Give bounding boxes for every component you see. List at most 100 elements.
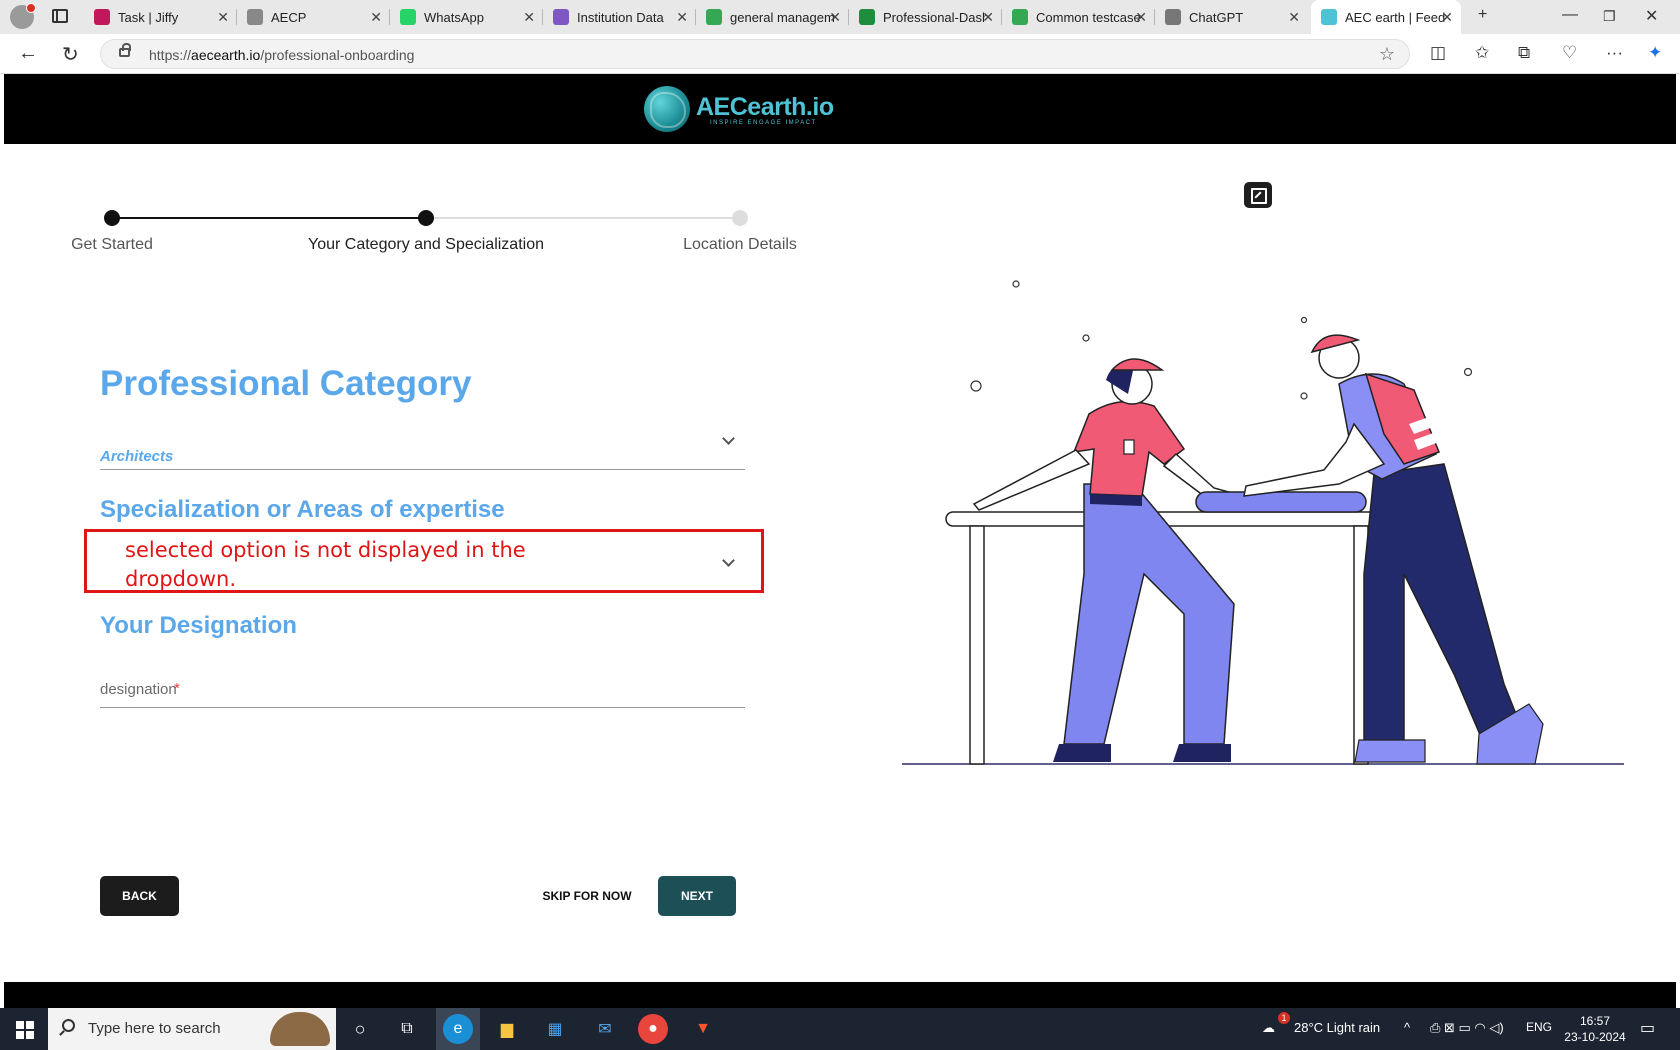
globe-logo-icon [644, 86, 690, 132]
taskbar-clock[interactable]: 16:57 23-10-2024 [1560, 1013, 1630, 1045]
search-highlight-image [270, 1012, 330, 1046]
close-tab-icon[interactable]: ✕ [523, 9, 535, 26]
weather-text[interactable]: 28°C Light rain [1294, 1020, 1380, 1035]
logo-tagline: INSPIRE ENGAGE IMPACT [710, 119, 817, 126]
profile-avatar-icon[interactable] [10, 3, 36, 29]
browser-tab-title: AEC earth | Feed [1345, 9, 1446, 25]
language-indicator[interactable]: ENG [1526, 1020, 1552, 1034]
step-label-category: Your Category and Specialization [307, 236, 545, 253]
show-hidden-icons-icon[interactable]: ^ [1404, 1020, 1410, 1035]
windows-taskbar: Type here to search ○ ⧉ e ▆ ▦ ✉ ● ▼ ☁ 1 … [0, 1008, 1680, 1050]
engineers-illustration [902, 280, 1624, 765]
favorites-icon[interactable]: ✩ [1475, 43, 1489, 63]
logo-wordmark: AECearth.io [696, 92, 834, 121]
microsoft-store-icon[interactable]: ▦ [540, 1014, 570, 1044]
browser-tab-title: Common testcase [1036, 9, 1140, 25]
step-label-get-started: Get Started [71, 236, 153, 253]
favorite-star-icon[interactable]: ☆ [1379, 44, 1395, 65]
close-tab-icon[interactable]: ✕ [1135, 9, 1147, 26]
jiffy-icon [94, 9, 110, 25]
browser-tab-title: WhatsApp [424, 9, 484, 25]
lock-icon [119, 43, 131, 57]
designation-heading: Your Designation [100, 612, 297, 639]
sheets-icon [859, 9, 875, 25]
copilot-icon[interactable]: ✦ [1648, 43, 1662, 63]
browser-tab[interactable]: general managem ✕ [696, 0, 849, 34]
whatsapp-icon [400, 9, 416, 25]
browser-tab-title: Institution Data [577, 9, 664, 25]
onboarding-page: Get Started Your Category and Specializa… [4, 144, 1676, 982]
clock-date: 23-10-2024 [1564, 1030, 1626, 1044]
task-view-icon[interactable]: ⧉ [392, 1014, 422, 1044]
new-tab-icon[interactable]: + [1478, 6, 1487, 24]
chevron-down-icon[interactable] [722, 432, 735, 445]
system-tray-icons[interactable]: ⎙ ⊠ ▭ ◠ ◁) [1430, 1020, 1504, 1036]
split-screen-icon[interactable]: ◫ [1430, 43, 1446, 63]
taskbar-search-box[interactable]: Type here to search [48, 1008, 336, 1050]
close-tab-icon[interactable]: ✕ [217, 9, 229, 26]
back-arrow-icon[interactable]: ← [18, 42, 38, 65]
taskbar-search-placeholder: Type here to search [88, 1020, 221, 1037]
browser-tab[interactable]: AECP ✕ [237, 0, 390, 34]
category-heading: Professional Category [100, 364, 472, 403]
chrome-icon[interactable]: ● [638, 1014, 668, 1044]
browser-tab-strip: Task | Jiffy ✕ AECP ✕ WhatsApp ✕ Institution D… [0, 0, 1680, 34]
collections-icon[interactable]: ⧉ [1518, 43, 1530, 63]
close-tab-icon[interactable]: ✕ [1288, 9, 1300, 26]
windows-start-icon[interactable] [16, 1021, 34, 1039]
sheets-icon [706, 9, 722, 25]
close-window-icon[interactable]: ✕ [1645, 6, 1658, 26]
close-tab-icon[interactable]: ✕ [676, 9, 688, 26]
url-field[interactable]: https://aecearth.io/professional-onboard… [100, 39, 1410, 69]
designation-input[interactable] [100, 674, 745, 704]
more-menu-icon[interactable]: ··· [1606, 43, 1623, 63]
mail-icon[interactable]: ✉ [590, 1014, 620, 1044]
minimize-icon[interactable]: — [1562, 6, 1578, 24]
stepper-line-pending [426, 217, 740, 219]
edge-browser-icon[interactable]: e [443, 1014, 473, 1044]
close-tab-icon[interactable]: ✕ [982, 9, 994, 26]
close-tab-icon[interactable]: ✕ [829, 9, 841, 26]
step-dot-location [732, 210, 748, 226]
chatgpt-icon [1165, 9, 1181, 25]
weather-icon[interactable]: ☁ [1262, 1020, 1275, 1036]
page-icon [247, 9, 263, 25]
browser-tab-title: general managem [730, 9, 834, 25]
browser-tab-title: Task | Jiffy [118, 9, 179, 25]
next-button[interactable]: NEXT [658, 876, 736, 916]
category-dropdown[interactable]: Architects [100, 428, 745, 470]
browser-tab[interactable]: Professional-Dash ✕ [849, 0, 1002, 34]
refresh-icon[interactable]: ↻ [62, 42, 79, 67]
step-dot-get-started [104, 210, 120, 226]
file-explorer-icon[interactable]: ▆ [492, 1014, 522, 1044]
browser-tab[interactable]: WhatsApp ✕ [390, 0, 543, 34]
site-footer-strip [4, 982, 1676, 1008]
browser-tab[interactable]: Common testcase ✕ [1002, 0, 1155, 34]
browser-essentials-icon[interactable]: ♡ [1562, 43, 1577, 63]
url-text: https://aecearth.io/professional-onboard… [149, 47, 415, 63]
brave-icon[interactable]: ▼ [688, 1014, 718, 1044]
browser-tab-title: Professional-Dash [883, 9, 987, 25]
back-button[interactable]: BACK [100, 876, 179, 916]
restore-icon[interactable]: ❐ [1603, 8, 1616, 25]
browser-tab[interactable]: Institution Data ✕ [543, 0, 696, 34]
browser-tab-title: AECP [271, 9, 307, 25]
tab-actions-icon[interactable] [52, 9, 68, 23]
clock-time: 16:57 [1579, 1014, 1611, 1028]
browser-tab[interactable]: AEC earth | Feed ✕ [1311, 0, 1461, 34]
stepper-line-completed [112, 217, 426, 219]
designation-field-wrapper: * [100, 664, 745, 708]
infinity-icon [553, 9, 569, 25]
notifications-icon[interactable]: ▭ [1640, 1018, 1655, 1038]
browser-tab[interactable]: Task | Jiffy ✕ [84, 0, 237, 34]
annotation-text: selected option is not displayed in the … [125, 538, 526, 591]
skip-for-now-button[interactable]: SKIP FOR NOW [542, 876, 632, 916]
site-logo[interactable]: AECearth.io INSPIRE ENGAGE IMPACT [644, 84, 834, 134]
specialization-heading: Specialization or Areas of expertise [100, 496, 505, 523]
close-tab-icon[interactable]: ✕ [1441, 9, 1453, 26]
expand-icon[interactable] [1244, 182, 1272, 208]
aec-icon [1321, 9, 1337, 25]
browser-tab[interactable]: ChatGPT ✕ [1155, 0, 1308, 34]
close-tab-icon[interactable]: ✕ [370, 9, 382, 26]
cortana-icon[interactable]: ○ [345, 1014, 375, 1044]
